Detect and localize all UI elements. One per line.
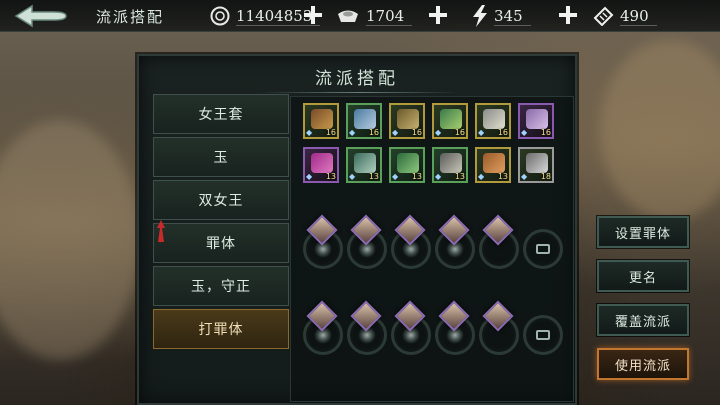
equipment-slot[interactable]: ◆ 16 bbox=[432, 103, 468, 139]
equipment-icon bbox=[397, 153, 419, 173]
equipment-level: 16 bbox=[454, 128, 465, 137]
equipment-icon bbox=[526, 153, 548, 173]
loadout-item-6[interactable]: 打罪体 bbox=[153, 309, 289, 349]
loadout-item-1[interactable]: 女王套 bbox=[153, 94, 289, 134]
equipment-level: 18 bbox=[540, 172, 551, 181]
equipment-type-icon: ◆ bbox=[349, 128, 356, 137]
loadout-label: 罪体 bbox=[206, 236, 236, 252]
loadout-item-4[interactable]: 罪体 bbox=[153, 223, 289, 263]
equipment-type-icon: ◆ bbox=[306, 172, 313, 181]
equipment-icon bbox=[440, 153, 462, 173]
loadout-label: 玉，守正 bbox=[191, 279, 251, 295]
equipment-type-icon: ◆ bbox=[392, 128, 399, 137]
lightning-stamina-icon bbox=[473, 5, 487, 27]
screen-title: 流派搭配 bbox=[96, 8, 165, 26]
currency-ticket-value: 490 bbox=[620, 7, 657, 26]
loadout-item-3[interactable]: 双女王 bbox=[153, 180, 289, 220]
add-stamina-button[interactable] bbox=[557, 4, 579, 26]
equipment-slot[interactable]: ◆ 16 bbox=[389, 103, 425, 139]
equipment-slot[interactable]: ◆ 18 bbox=[518, 147, 554, 183]
equipment-level: 13 bbox=[454, 172, 465, 181]
currency-stamina: 345 bbox=[472, 5, 531, 27]
equipment-type-icon: ◆ bbox=[521, 128, 528, 137]
equipment-level: 13 bbox=[497, 172, 508, 181]
loadout-label: 打罪体 bbox=[198, 322, 244, 338]
loadout-item-5[interactable]: 玉，守正 bbox=[153, 266, 289, 306]
top-bar: 流派搭配 11404853 1704 345 490 bbox=[0, 0, 720, 32]
equipment-slot[interactable]: ◆ 13 bbox=[475, 147, 511, 183]
equipment-slot[interactable]: ◆ 16 bbox=[303, 103, 339, 139]
empty-slot-icon bbox=[536, 244, 550, 254]
rename-button[interactable]: 更名 bbox=[597, 260, 689, 292]
equipment-level: 16 bbox=[411, 128, 422, 137]
equipment-icon bbox=[354, 153, 376, 173]
background-scene bbox=[0, 120, 140, 360]
equipment-icon bbox=[483, 153, 505, 173]
use-loadout-button[interactable]: 使用流派 bbox=[597, 348, 689, 380]
overwrite-loadout-button[interactable]: 覆盖流派 bbox=[597, 304, 689, 336]
equipment-slot[interactable]: ◆ 13 bbox=[346, 147, 382, 183]
equipment-icon bbox=[483, 109, 505, 129]
equipment-level: 16 bbox=[368, 128, 379, 137]
equipment-icon bbox=[311, 109, 333, 129]
panel-title: 流派搭配 bbox=[315, 69, 399, 89]
ticket-icon bbox=[593, 6, 614, 26]
equipment-slot[interactable]: ◆ 13 bbox=[389, 147, 425, 183]
equipment-level: 13 bbox=[411, 172, 422, 181]
loadout-label: 女王套 bbox=[198, 107, 244, 123]
equipment-type-icon: ◆ bbox=[435, 128, 442, 137]
title-divider bbox=[259, 92, 459, 93]
equipment-type-icon: ◆ bbox=[349, 172, 356, 181]
skill-slot-empty[interactable] bbox=[523, 229, 563, 269]
currency-silver-value: 1704 bbox=[366, 7, 413, 26]
skill-slot-empty[interactable] bbox=[523, 315, 563, 355]
equipment-icon bbox=[440, 109, 462, 129]
loadout-content: ◆ 16 ◆ 16 ◆ 16 ◆ 16 ◆ 16 ◆ 16 ◆ 13 ◆ 13 … bbox=[290, 96, 574, 402]
button-label: 设置罪体 bbox=[614, 226, 671, 242]
loadout-label: 双女王 bbox=[198, 193, 244, 209]
currency-silver: 1704 bbox=[336, 5, 413, 27]
equipment-type-icon: ◆ bbox=[521, 172, 528, 181]
equipment-level: 16 bbox=[540, 128, 551, 137]
equipment-slot[interactable]: ◆ 16 bbox=[518, 103, 554, 139]
back-button[interactable] bbox=[14, 4, 74, 28]
coin-icon bbox=[210, 6, 230, 26]
equipment-type-icon: ◆ bbox=[392, 172, 399, 181]
equipment-type-icon: ◆ bbox=[478, 172, 485, 181]
loadout-item-2[interactable]: 玉 bbox=[153, 137, 289, 177]
equipment-slot[interactable]: ◆ 13 bbox=[432, 147, 468, 183]
button-label: 使用流派 bbox=[614, 358, 671, 374]
equipment-slot[interactable]: ◆ 16 bbox=[346, 103, 382, 139]
equipment-level: 13 bbox=[325, 172, 336, 181]
equipment-icon bbox=[311, 153, 333, 173]
loadout-panel: 流派搭配 女王套 玉 双女王 罪体 玉，守正 打罪体 ◆ 16 ◆ 16 ◆ 1… bbox=[137, 54, 577, 405]
background-scene-right bbox=[600, 40, 720, 220]
equipment-type-icon: ◆ bbox=[478, 128, 485, 137]
back-arrow-icon bbox=[14, 4, 67, 28]
equipment-slot[interactable]: ◆ 16 bbox=[475, 103, 511, 139]
equipment-icon bbox=[526, 109, 548, 129]
equipment-slot[interactable]: ◆ 13 bbox=[303, 147, 339, 183]
equipment-level: 16 bbox=[497, 128, 508, 137]
equipment-level: 13 bbox=[368, 172, 379, 181]
button-label: 更名 bbox=[628, 270, 657, 286]
silver-ingot-icon bbox=[338, 10, 358, 22]
equipment-type-icon: ◆ bbox=[435, 172, 442, 181]
button-label: 覆盖流派 bbox=[614, 314, 671, 330]
equipment-level: 16 bbox=[325, 128, 336, 137]
currency-ticket: 490 bbox=[592, 5, 657, 27]
add-coins-button[interactable] bbox=[302, 4, 324, 26]
currency-stamina-value: 345 bbox=[494, 7, 531, 26]
selected-marker-icon bbox=[157, 220, 165, 242]
empty-slot-icon bbox=[536, 330, 550, 340]
equipment-icon bbox=[397, 109, 419, 129]
equipment-icon bbox=[354, 109, 376, 129]
set-sin-body-button[interactable]: 设置罪体 bbox=[597, 216, 689, 248]
add-silver-button[interactable] bbox=[427, 4, 449, 26]
equipment-type-icon: ◆ bbox=[306, 128, 313, 137]
loadout-label: 玉 bbox=[213, 150, 229, 166]
